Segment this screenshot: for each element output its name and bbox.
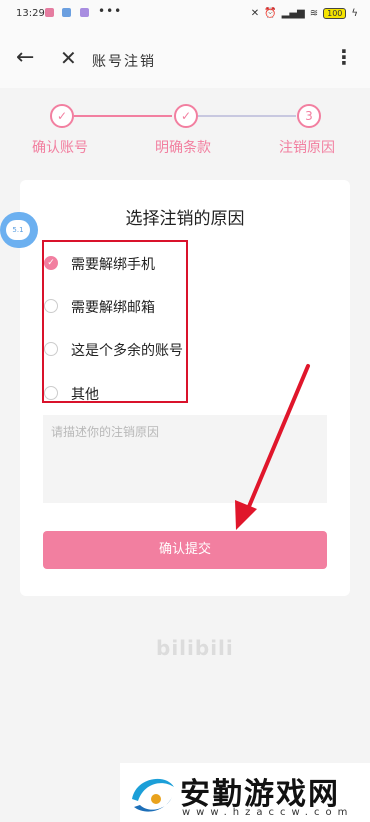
site-watermark: 安勤游戏网 www.hzaccw.com bbox=[120, 763, 370, 822]
annotation-arrow-icon bbox=[235, 364, 310, 530]
site-url: www.hzaccw.com bbox=[182, 807, 354, 818]
site-logo-icon bbox=[132, 778, 174, 812]
